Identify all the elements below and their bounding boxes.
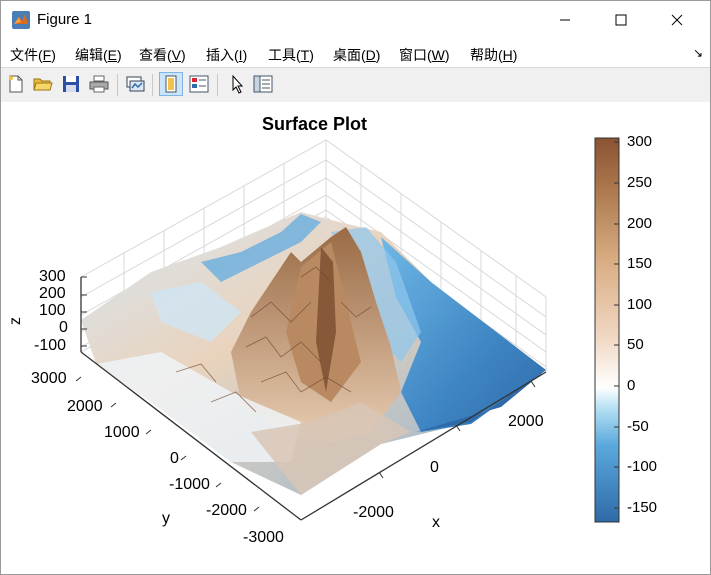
- z-tick-label: 0: [59, 319, 68, 336]
- colorbar-tick-label: -50: [627, 418, 649, 435]
- show-plot-tools-button[interactable]: [187, 72, 211, 96]
- open-file-icon: [33, 78, 53, 91]
- close-icon: [671, 14, 683, 26]
- y-axis-label: y: [162, 510, 170, 527]
- x-tick-label: 2000: [508, 413, 544, 430]
- hide-plot-tools-button[interactable]: [159, 72, 183, 96]
- toolbar-separator: [152, 74, 153, 96]
- property-inspector-button[interactable]: [251, 72, 275, 96]
- property-inspector-icon: [253, 75, 273, 93]
- colorbar-tick-label: 0: [627, 377, 636, 394]
- colorbar-tick-label: 100: [627, 296, 653, 313]
- menu-insert[interactable]: 插入(I): [206, 45, 247, 65]
- maximize-button[interactable]: [598, 1, 644, 39]
- menu-desktop[interactable]: 桌面(D): [333, 45, 380, 65]
- save-button[interactable]: [59, 72, 83, 96]
- y-tick-label: 3000: [31, 370, 67, 387]
- colorbar-tick-label: 300: [627, 133, 653, 150]
- menu-bar: 文件(F) 编辑(E) 查看(V) 插入(I) 工具(T) 桌面(D) 窗口(W…: [1, 39, 710, 67]
- edit-plot-button[interactable]: [225, 72, 249, 96]
- y-tick-label: -3000: [243, 529, 284, 546]
- print-button[interactable]: [87, 72, 111, 96]
- close-button[interactable]: [654, 1, 700, 39]
- print-icon: [89, 75, 109, 93]
- plot-title: Surface Plot: [261, 114, 368, 134]
- colorbar-tick-label: -150: [627, 499, 658, 516]
- colorbar-tick-label: 200: [627, 215, 653, 232]
- figure-canvas: Surface Plot 300 200 100 0 -100 z 3000 2…: [1, 102, 710, 574]
- terrain-surface: [81, 212, 546, 495]
- edit-plot-icon: [232, 74, 244, 94]
- figure-toolbar: [1, 67, 710, 103]
- menu-help[interactable]: 帮助(H): [470, 45, 517, 65]
- y-tick-label: 0: [170, 450, 179, 467]
- colorbar-tick-label: 150: [627, 255, 653, 272]
- z-tick-label: -100: [34, 337, 67, 354]
- dock-figure-icon[interactable]: ↘: [693, 46, 703, 60]
- minimize-icon: [560, 19, 570, 21]
- maximize-icon: [615, 14, 627, 26]
- link-plot-icon: [126, 76, 145, 92]
- save-icon: [63, 76, 79, 92]
- colorbar-tick-label: -100: [627, 458, 658, 475]
- x-tick-label: 0: [430, 459, 439, 476]
- figure-window: Figure 1 文件(F) 编辑(E) 查看(V) 插入(I) 工具(T) 桌…: [0, 0, 711, 575]
- x-axis-label: x: [432, 514, 440, 531]
- new-figure-icon: [9, 75, 23, 93]
- hide-plot-tools-icon: [165, 75, 177, 93]
- show-plot-tools-icon: [189, 75, 209, 93]
- minimize-button[interactable]: [542, 1, 588, 39]
- z-axis-label: z: [7, 317, 24, 325]
- matlab-logo-icon: [12, 11, 30, 29]
- new-figure-button[interactable]: [4, 72, 28, 96]
- z-tick-label: 200: [39, 285, 66, 302]
- menu-tools[interactable]: 工具(T): [268, 45, 314, 65]
- open-file-button[interactable]: [31, 72, 55, 96]
- toolbar-separator: [117, 74, 118, 96]
- y-tick-label: 2000: [67, 398, 103, 415]
- menu-window[interactable]: 窗口(W): [399, 45, 450, 65]
- menu-file[interactable]: 文件(F): [10, 45, 56, 65]
- link-plot-button[interactable]: [123, 72, 147, 96]
- colorbar[interactable]: [594, 137, 620, 523]
- menu-edit[interactable]: 编辑(E): [75, 45, 122, 65]
- window-title: Figure 1: [37, 11, 93, 28]
- menu-view[interactable]: 查看(V): [139, 45, 186, 65]
- title-bar: Figure 1: [1, 1, 710, 39]
- y-tick-label: -1000: [169, 476, 210, 493]
- colorbar-tick-label: 50: [627, 336, 644, 353]
- y-tick-label: 1000: [104, 424, 140, 441]
- x-tick-label: -2000: [353, 504, 394, 521]
- toolbar-separator: [217, 74, 218, 96]
- z-tick-label: 100: [39, 302, 66, 319]
- colorbar-tick-label: 250: [627, 174, 653, 191]
- y-tick-label: -2000: [206, 502, 247, 519]
- z-tick-label: 300: [39, 268, 66, 285]
